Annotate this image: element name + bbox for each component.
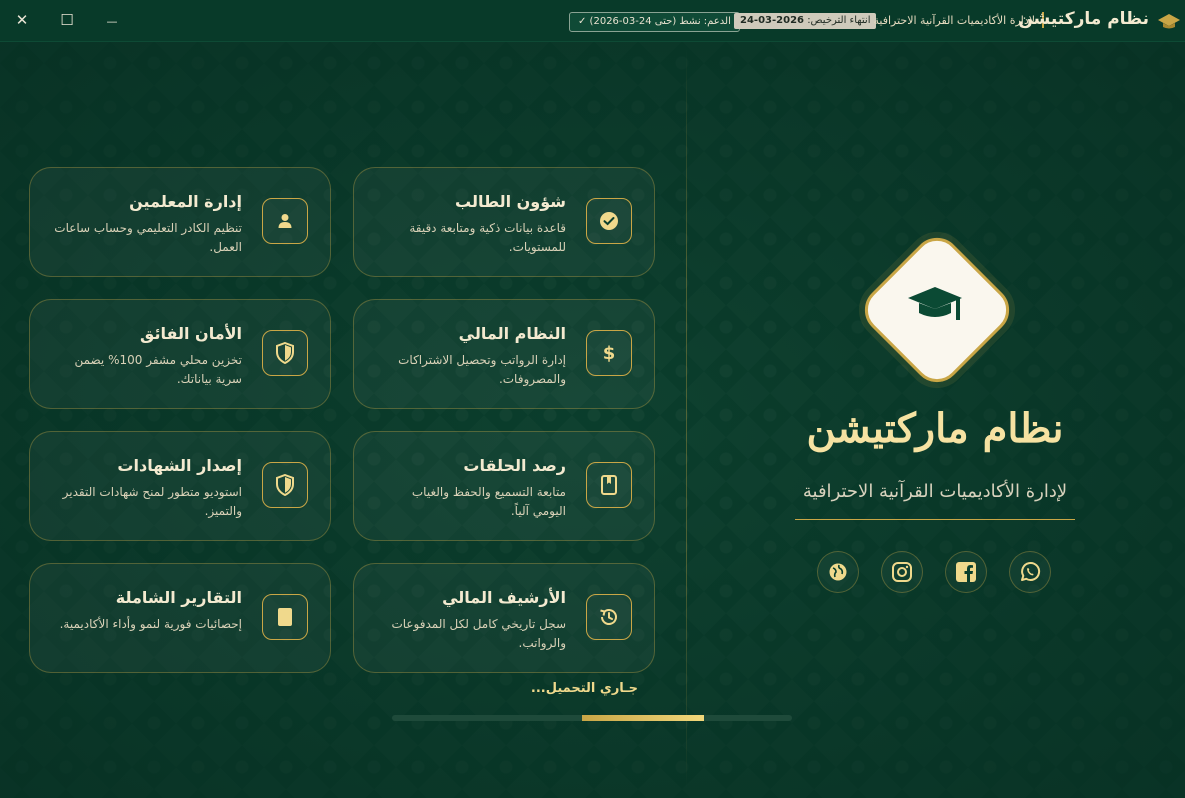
feature-title: الأرشيف المالي <box>442 588 566 607</box>
feature-description: إحصائيات فورية لنمو وأداء الأكاديمية. <box>59 617 242 631</box>
graduation-cap-icon <box>1158 14 1180 29</box>
check-circle-icon <box>586 198 632 244</box>
feature-card-archive[interactable]: الأرشيف المالي سجل تاريخي كامل لكل المدف… <box>353 563 655 673</box>
instagram-link[interactable] <box>881 551 923 593</box>
dollar-icon: $ <box>586 330 632 376</box>
feature-title: التقارير الشاملة <box>115 588 242 607</box>
title-underline <box>795 519 1075 520</box>
shield-icon <box>262 330 308 376</box>
website-link[interactable] <box>817 551 859 593</box>
history-icon <box>586 594 632 640</box>
globe-icon <box>829 563 847 581</box>
facebook-link[interactable] <box>945 551 987 593</box>
feature-title: النظام المالي <box>458 324 566 343</box>
feature-description: قاعدة بيانات ذكية ومتابعة دقيقة للمستويا… <box>409 221 566 254</box>
loading-text: جـاري التحميل... <box>530 681 638 696</box>
license-expiry-badge: انتهاء الترخيص: 2026-03-24 <box>734 13 877 29</box>
feature-title: شؤون الطالب <box>455 192 566 211</box>
shield-icon <box>262 462 308 508</box>
feature-card-certificates[interactable]: إصدار الشهادات استوديو متطور لمنح شهادات… <box>29 431 331 541</box>
hero-subtitle: لإدارة الأكاديميات القرآنية الاحترافية <box>802 481 1068 502</box>
feature-description: إدارة الرواتب وتحصيل الاشتراكات والمصروف… <box>398 353 566 386</box>
feature-description: متابعة التسميع والحفظ والغياب اليومي آلي… <box>411 485 566 518</box>
instagram-icon <box>892 562 912 582</box>
title-bar: ✕ ☐ — الدعم: نشط (حتى 24-03-2026) ✓ انته… <box>0 0 1185 42</box>
whatsapp-icon <box>1021 562 1041 581</box>
maximize-button[interactable]: ☐ <box>52 8 82 32</box>
feature-description: سجل تاريخي كامل لكل المدفوعات والرواتب. <box>391 617 566 650</box>
book-icon <box>586 462 632 508</box>
user-icon <box>262 198 308 244</box>
feature-description: تخزين محلي مشفر 100% يضمن سرية بياناتك. <box>74 353 242 386</box>
panel-divider <box>686 48 687 788</box>
maximize-icon: ☐ <box>60 11 74 29</box>
feature-card-security[interactable]: الأمان الفائق تخزين محلي مشفر 100% يضمن … <box>29 299 331 409</box>
feature-card-reports[interactable]: التقارير الشاملة إحصائيات فورية لنمو وأد… <box>29 563 331 673</box>
whatsapp-link[interactable] <box>1009 551 1051 593</box>
close-button[interactable]: ✕ <box>7 8 37 32</box>
loading-progress-fill <box>582 715 704 721</box>
feature-description: استوديو متطور لمنح شهادات التقدير والتمي… <box>62 485 242 518</box>
feature-title: الأمان الفائق <box>140 324 242 343</box>
feature-description: تنظيم الكادر التعليمي وحساب ساعات العمل. <box>54 221 242 254</box>
close-icon: ✕ <box>15 11 29 29</box>
feature-title: رصد الحلقات <box>463 456 566 475</box>
feature-title: إصدار الشهادات <box>117 456 242 475</box>
feature-card-teachers[interactable]: إدارة المعلمين تنظيم الكادر التعليمي وحس… <box>29 167 331 277</box>
feature-card-circles[interactable]: رصد الحلقات متابعة التسميع والحفظ والغيا… <box>353 431 655 541</box>
minimize-button[interactable]: — <box>97 8 127 32</box>
support-status-badge: الدعم: نشط (حتى 24-03-2026) ✓ <box>569 12 740 32</box>
feature-card-students[interactable]: شؤون الطالب قاعدة بيانات ذكية ومتابعة دق… <box>353 167 655 277</box>
loading-progress-bar <box>392 715 792 721</box>
app-subtitle-small: لإدارة الأكاديميات القرآنية الاحترافية <box>873 14 1035 27</box>
facebook-icon <box>956 562 976 582</box>
app-name: نظام ماركتيشن <box>1018 9 1149 29</box>
feature-card-finance[interactable]: $ النظام المالي إدارة الرواتب وتحصيل الا… <box>353 299 655 409</box>
graduation-cap-icon <box>908 287 962 320</box>
feature-title: إدارة المعلمين <box>129 192 242 211</box>
minimize-icon: — <box>106 15 118 28</box>
hero-title: نظام ماركتيشن <box>806 405 1064 452</box>
document-icon <box>262 594 308 640</box>
